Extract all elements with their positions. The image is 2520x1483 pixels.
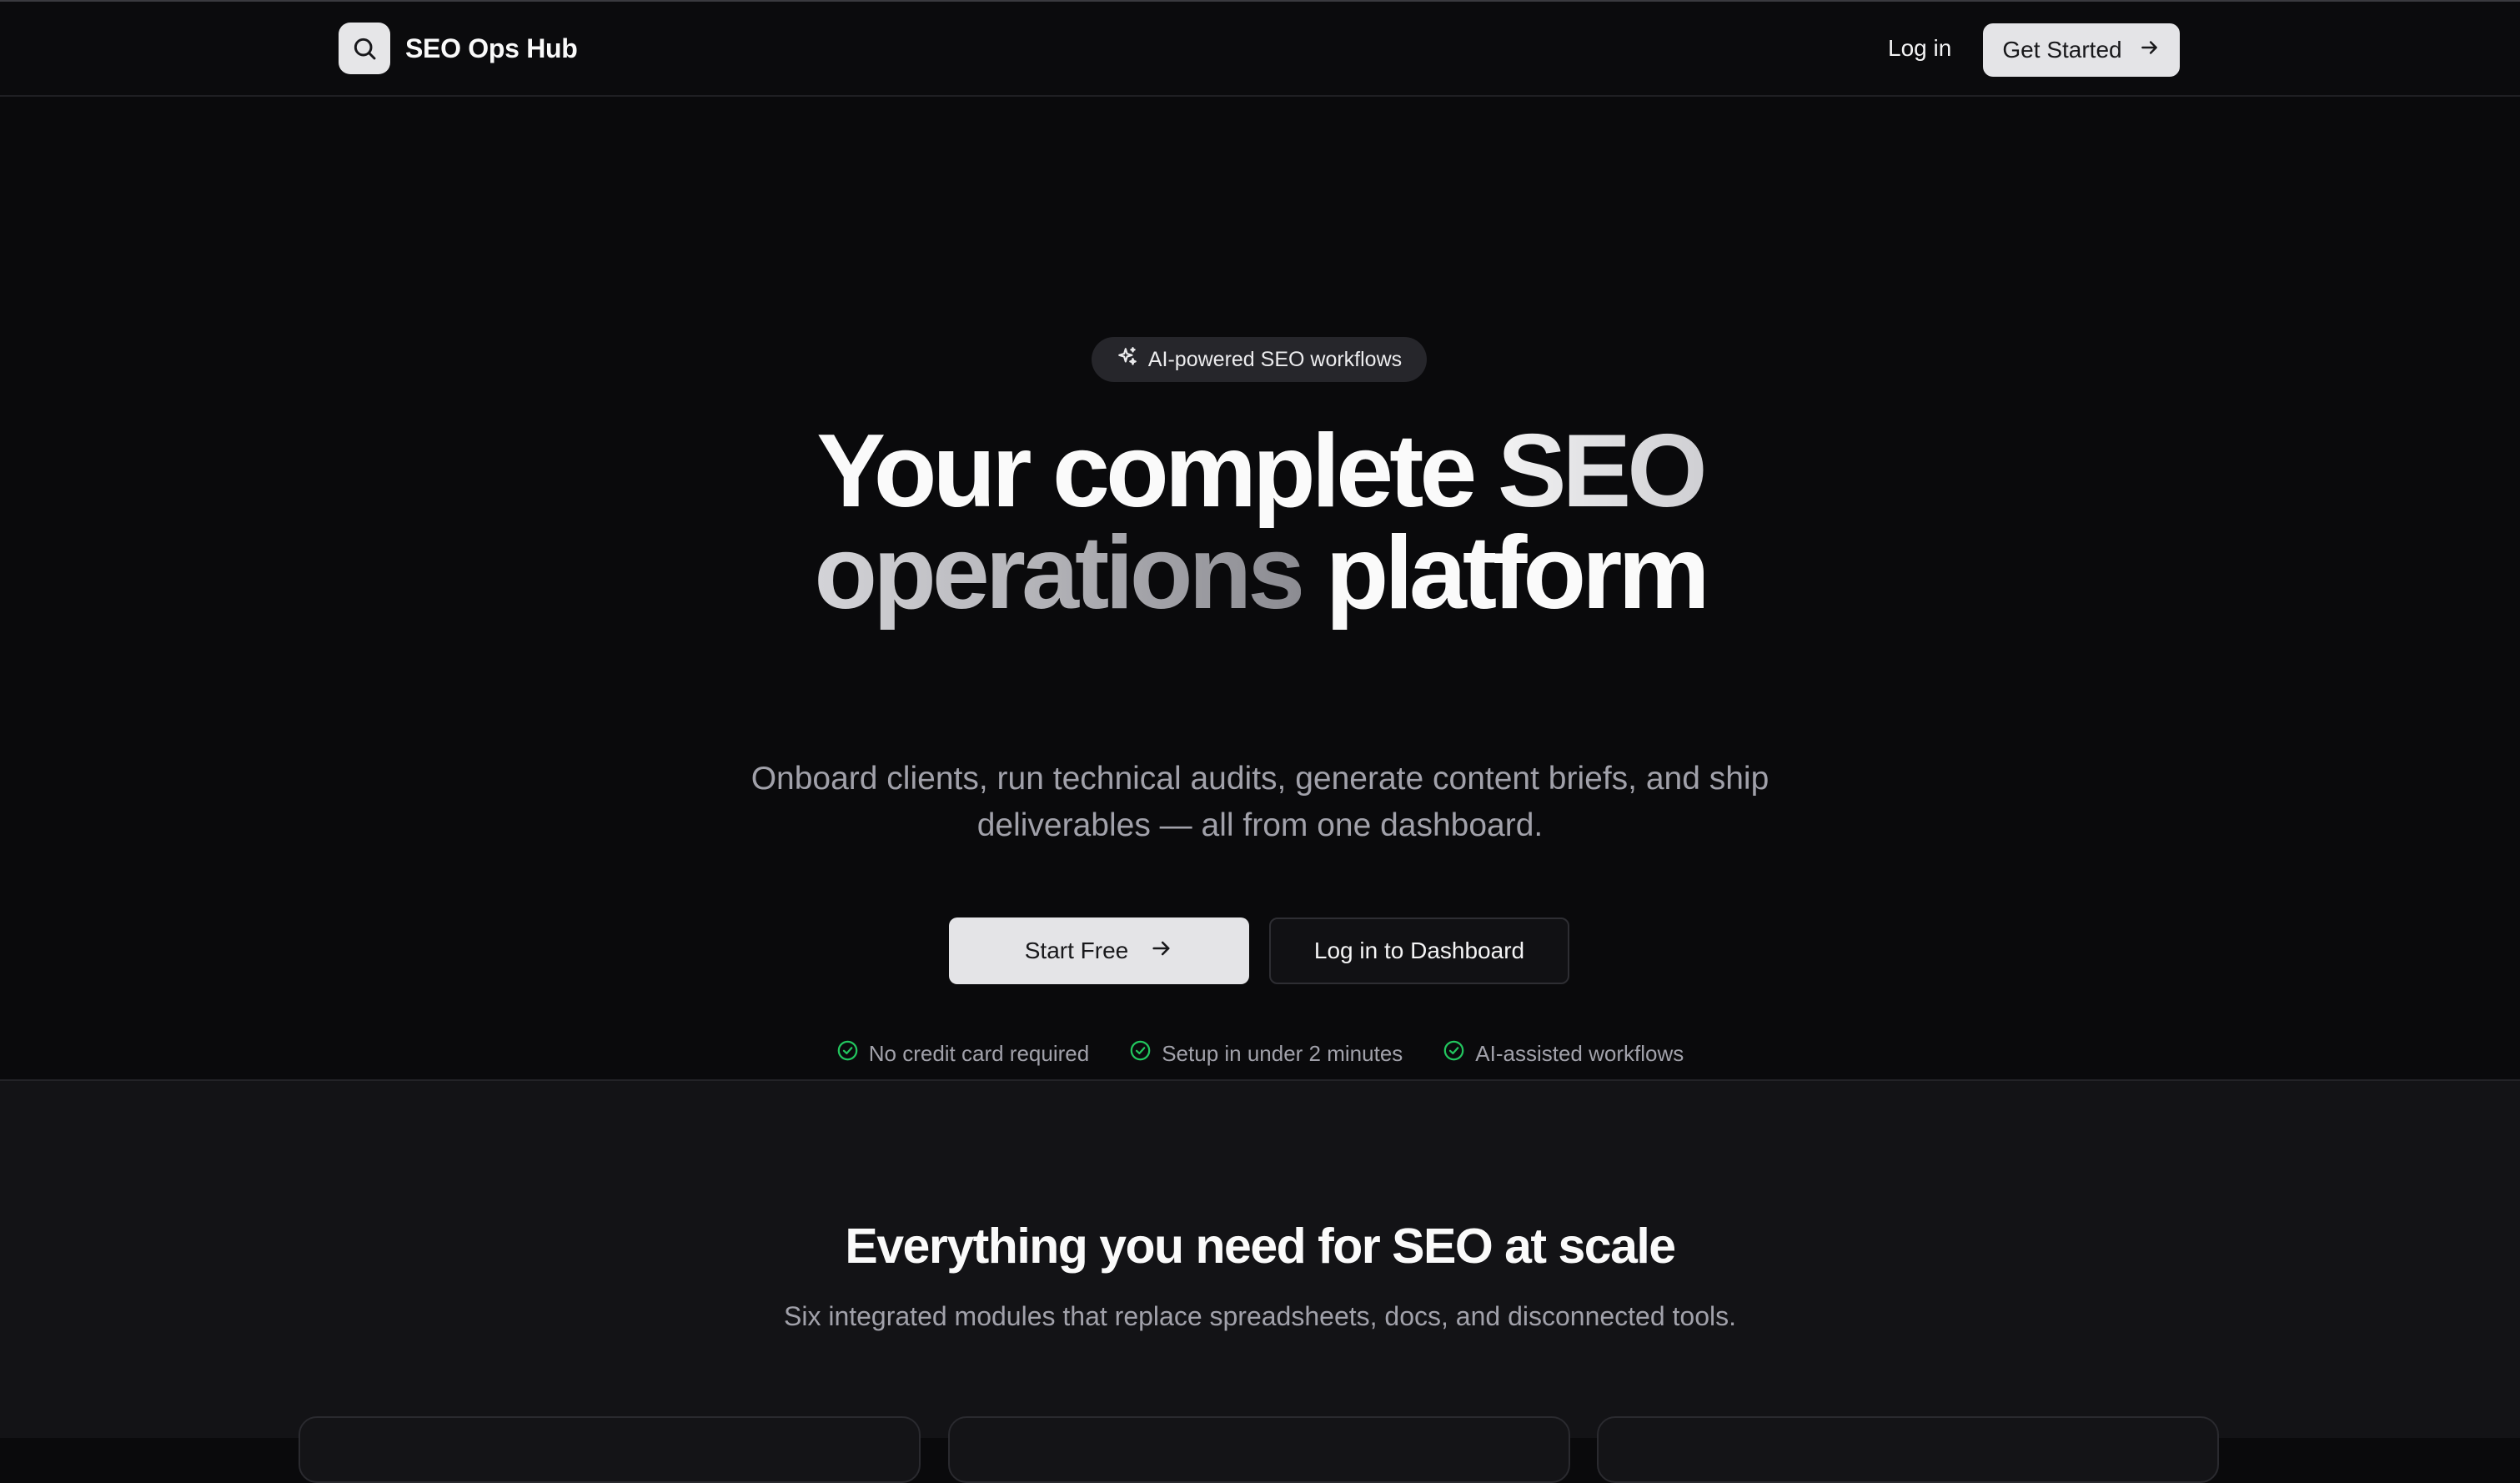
feature-card[interactable] (299, 1416, 921, 1483)
ai-badge-label: AI-powered SEO workflows (1147, 347, 1403, 371)
brand-name: SEO Ops Hub (405, 33, 578, 63)
check-label: AI-assisted workflows (1475, 1040, 1684, 1066)
feature-checklist: No credit card required Setup in under 2… (0, 1039, 2520, 1068)
hero-subtitle-line-1: Onboard clients, run technical audits, g… (750, 761, 1770, 797)
arrow-right-icon (2139, 37, 2161, 64)
check-item: No credit card required (836, 1039, 1089, 1068)
check-label: No credit card required (868, 1040, 1090, 1066)
brand-logo-link[interactable]: SEO Ops Hub (339, 23, 578, 74)
feature-card[interactable] (948, 1416, 1570, 1483)
headline-part-3: operations (814, 515, 1305, 631)
start-free-label: Start Free (1024, 938, 1129, 963)
login-dashboard-label: Log in to Dashboard (1313, 938, 1525, 963)
top-navigation: SEO Ops Hub Log in Get Started (0, 0, 2520, 97)
search-icon (339, 23, 390, 74)
headline-part-2: SEO (1497, 414, 1708, 529)
arrow-right-icon (1150, 937, 1173, 966)
sparkles-icon (1117, 346, 1138, 374)
headline-part-4: platform (1301, 515, 1710, 631)
headline-part-1: Your complete (816, 414, 1498, 529)
get-started-button[interactable]: Get Started (1983, 23, 2180, 77)
hero-subtitle-line-2: deliverables — all from one dashboard. (976, 807, 1544, 843)
login-link[interactable]: Log in (1888, 35, 1951, 62)
hero-subtitle: Onboard clients, run technical audits, g… (718, 756, 1802, 849)
get-started-label: Get Started (2002, 37, 2122, 63)
check-item: Setup in under 2 minutes (1129, 1039, 1403, 1068)
features-subtitle: Six integrated modules that replace spre… (783, 1301, 1737, 1331)
feature-card[interactable] (1597, 1416, 2219, 1483)
check-circle-icon (836, 1039, 859, 1068)
check-circle-icon (1129, 1039, 1152, 1068)
check-item: AI-assisted workflows (1443, 1039, 1684, 1068)
check-label: Setup in under 2 minutes (1162, 1040, 1403, 1066)
features-title: Everything you need for SEO at scale (845, 1219, 1676, 1274)
hero-section: AI-powered SEO workflows Your complete S… (0, 97, 2520, 1079)
hero-headline: Your complete SEO operations platform (0, 420, 2520, 625)
start-free-button[interactable]: Start Free (949, 917, 1249, 984)
login-dashboard-button[interactable]: Log in to Dashboard (1269, 917, 1569, 984)
features-section: Everything you need for SEO at scale Six… (0, 1079, 2520, 1483)
ai-badge: AI-powered SEO workflows (1092, 337, 1427, 382)
check-circle-icon (1443, 1039, 1465, 1068)
